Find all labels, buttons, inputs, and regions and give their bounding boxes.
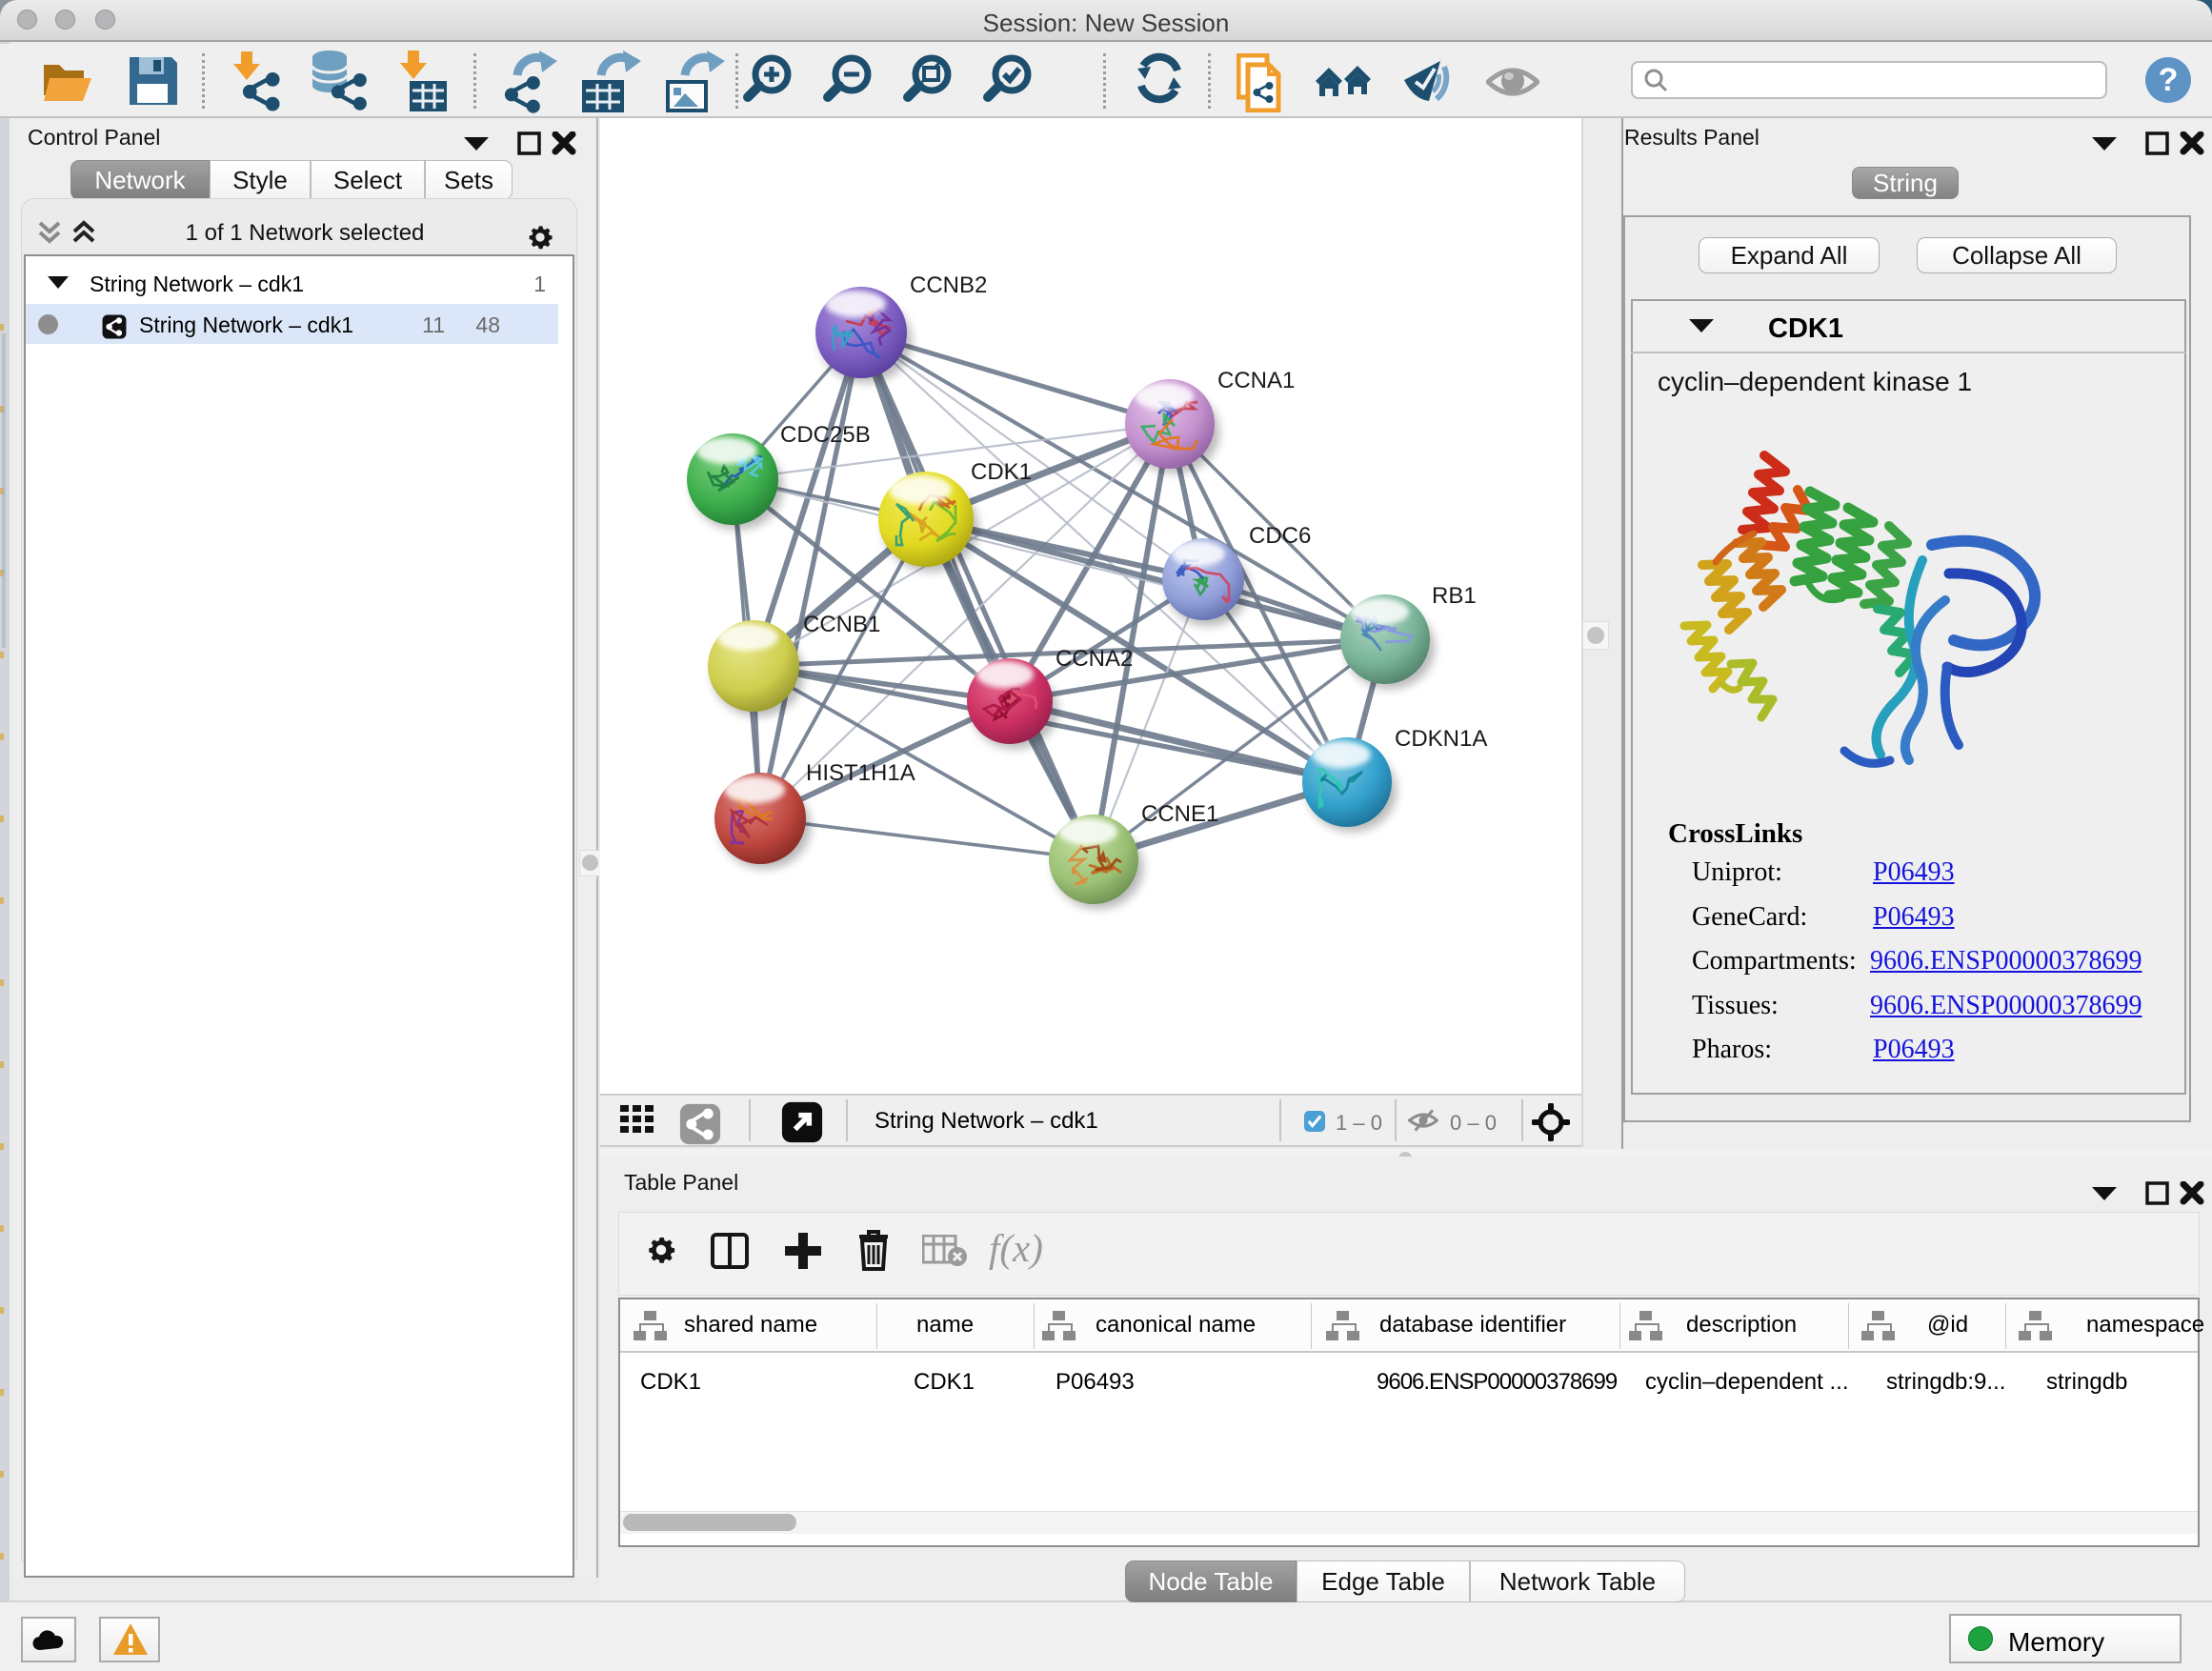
svg-text:CCNA2: CCNA2 — [1056, 646, 1133, 672]
svg-text:CDC6: CDC6 — [1249, 523, 1311, 549]
svg-text:CCNE1: CCNE1 — [1141, 801, 1218, 827]
svg-text:CCNA1: CCNA1 — [1217, 368, 1295, 393]
svg-text:CDK1: CDK1 — [971, 459, 1032, 485]
svg-text:CCNB2: CCNB2 — [910, 272, 987, 298]
svg-text:CDKN1A: CDKN1A — [1395, 726, 1487, 752]
svg-text:CDC25B: CDC25B — [780, 422, 871, 448]
svg-text:CCNB1: CCNB1 — [803, 612, 880, 637]
svg-text:HIST1H1A: HIST1H1A — [806, 760, 915, 786]
svg-text:RB1: RB1 — [1432, 583, 1477, 609]
